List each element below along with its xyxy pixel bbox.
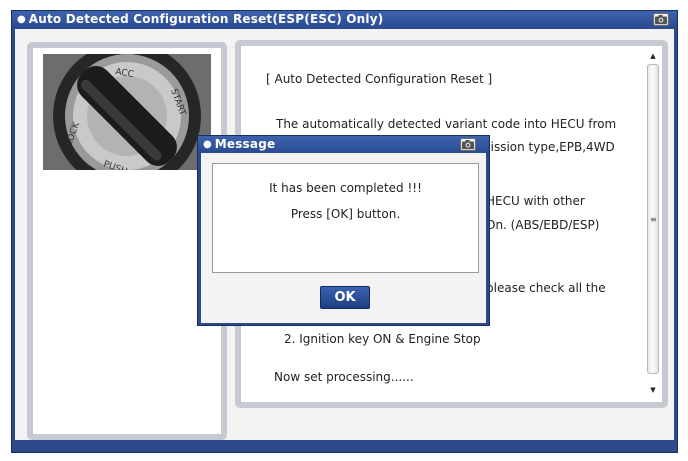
info-heading: [ Auto Detected Configuration Reset ] bbox=[266, 72, 493, 86]
scroll-thumb[interactable]: ≡ bbox=[647, 64, 659, 374]
dialog-message-line: Press [OK] button. bbox=[290, 207, 401, 221]
dialog-body: It has been completed !!! Press [OK] but… bbox=[201, 153, 486, 323]
info-line: The automatically detected variant code … bbox=[276, 117, 617, 131]
dialog-screenshot-button[interactable] bbox=[460, 138, 476, 151]
window-title: Auto Detected Configuration Reset(ESP(ES… bbox=[28, 12, 384, 26]
info-scrollbar[interactable]: ▲ ≡ ▼ bbox=[647, 50, 659, 398]
ignition-key-photo: LOCK ACC START PUSH bbox=[43, 54, 211, 170]
info-line: nission type,EPB,4WD bbox=[483, 140, 615, 154]
camera-icon bbox=[462, 140, 474, 149]
dialog-message-box: It has been completed !!! Press [OK] but… bbox=[212, 163, 479, 273]
main-titlebar[interactable]: ● Auto Detected Configuration Reset(ESP(E… bbox=[12, 11, 677, 28]
dialog-message-line: It has been completed !!! bbox=[269, 181, 422, 195]
info-line: On. (ABS/EBD/ESP) bbox=[486, 218, 600, 232]
screenshot-button[interactable] bbox=[653, 13, 669, 26]
info-status: Now set processing...... bbox=[274, 370, 414, 384]
dialog-menu-icon[interactable]: ● bbox=[203, 136, 212, 153]
info-line: HECU with other bbox=[486, 194, 585, 208]
info-line: please check all the bbox=[486, 281, 606, 295]
dialog-titlebar[interactable]: ● Message bbox=[198, 136, 489, 153]
scroll-up-arrow-icon[interactable]: ▲ bbox=[647, 50, 659, 62]
message-dialog: ● Message It has been completed !!! Press… bbox=[197, 135, 490, 326]
window-menu-icon[interactable]: ● bbox=[17, 11, 26, 28]
grip-icon: ≡ bbox=[650, 215, 657, 224]
scroll-down-arrow-icon[interactable]: ▼ bbox=[647, 384, 659, 396]
ok-button[interactable]: OK bbox=[320, 286, 370, 309]
info-line: 2. Ignition key ON & Engine Stop bbox=[284, 332, 481, 346]
camera-icon bbox=[655, 15, 667, 24]
dialog-title: Message bbox=[214, 137, 276, 151]
